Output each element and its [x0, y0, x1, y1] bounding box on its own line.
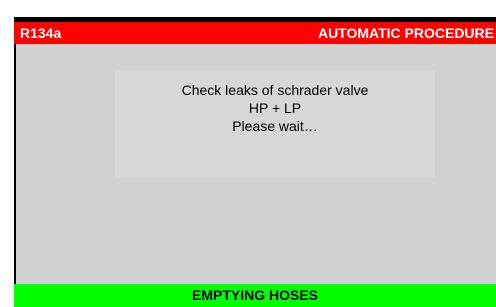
status-bar: EMPTYING HOSES — [14, 284, 496, 307]
message-line-check: Check leaks of schrader valve — [181, 82, 369, 98]
content-area: Check leaks of schrader valve HP + LP Pl… — [16, 44, 496, 284]
procedure-title: AUTOMATIC PROCEDURE — [317, 25, 494, 41]
header-bar: R134a AUTOMATIC PROCEDURE — [14, 22, 496, 44]
message-panel: Check leaks of schrader valve HP + LP Pl… — [115, 70, 435, 178]
message-line-wait: Please wait… — [232, 118, 318, 134]
refrigerant-label: R134a — [20, 25, 62, 41]
message-line-ports: HP + LP — [248, 100, 302, 116]
